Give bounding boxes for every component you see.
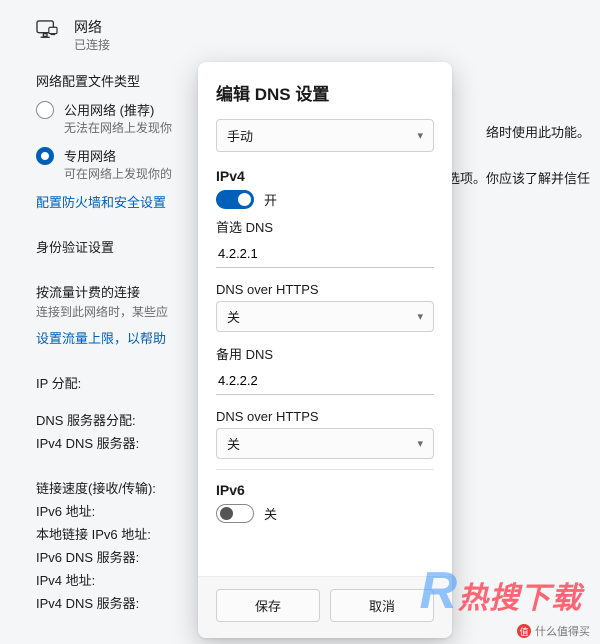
toggle-state-label: 关 [264, 504, 277, 523]
ipv6-heading: IPv6 [216, 482, 434, 498]
page-subtitle: 已连接 [74, 36, 110, 53]
ipv6-toggle[interactable] [216, 504, 254, 523]
ipv4-toggle[interactable] [216, 190, 254, 209]
radio-desc: 可在网络上发现你的 [64, 165, 172, 182]
alt-dns-label: 备用 DNS [216, 344, 434, 363]
select-value: 手动 [227, 126, 253, 145]
ipv4-heading: IPv4 [216, 168, 434, 184]
dns-mode-select[interactable]: 手动 ▾ [216, 119, 434, 152]
select-value: 关 [227, 434, 240, 453]
divider [216, 469, 434, 470]
radio-icon [36, 101, 54, 119]
doh-label: DNS over HTTPS [216, 282, 434, 297]
alt-dns-input[interactable] [216, 367, 434, 395]
preferred-dns-label: 首选 DNS [216, 217, 434, 236]
save-button[interactable]: 保存 [216, 589, 320, 622]
page-title: 网络 [74, 18, 110, 36]
select-value: 关 [227, 307, 240, 326]
radio-label: 公用网络 (推荐) [64, 100, 172, 119]
dns-settings-dialog: 编辑 DNS 设置 手动 ▾ IPv4 开 首选 DNS DNS over HT… [198, 62, 452, 638]
cancel-button[interactable]: 取消 [330, 589, 434, 622]
dialog-title: 编辑 DNS 设置 [216, 80, 434, 105]
page-header: 网络 已连接 [36, 18, 564, 53]
preferred-doh-select[interactable]: 关 ▾ [216, 301, 434, 332]
network-icon [36, 20, 58, 40]
chevron-down-icon: ▾ [417, 129, 423, 142]
toggle-state-label: 开 [264, 190, 277, 209]
overflow-text: 络时使用此功能。 [486, 122, 590, 141]
chevron-down-icon: ▾ [417, 437, 423, 450]
radio-label: 专用网络 [64, 146, 172, 165]
alt-doh-label: DNS over HTTPS [216, 409, 434, 424]
preferred-dns-input[interactable] [216, 240, 434, 268]
alt-doh-select[interactable]: 关 ▾ [216, 428, 434, 459]
chevron-down-icon: ▾ [417, 310, 423, 323]
dialog-footer: 保存 取消 [198, 576, 452, 638]
radio-icon [36, 147, 54, 165]
radio-desc: 无法在网络上发现你 [64, 119, 172, 136]
